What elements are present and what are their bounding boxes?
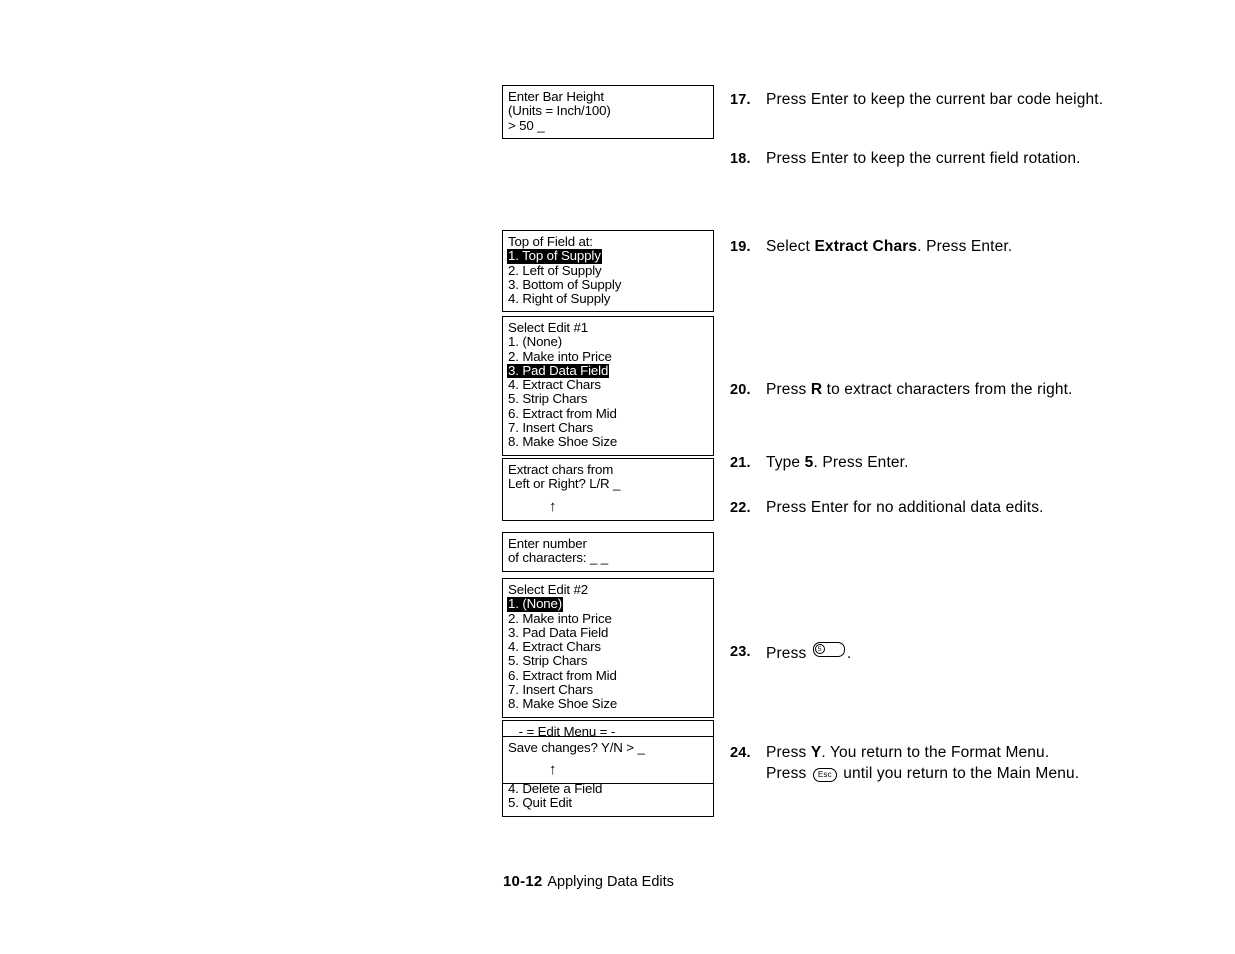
lcd-line: 6. Extract from Mid [508,667,617,683]
lcd-line: 1. (None) [508,334,563,350]
lcd-line: Left or Right? L/R _ [508,476,621,492]
plain-text: . [846,645,852,662]
step-number: 19. [730,239,751,255]
emphasis-text: R [810,381,823,398]
lcd-line: 2. Make into Price [508,348,612,364]
lcd-line: 7. Insert Chars [508,682,593,698]
step-18: 18. Press Enter to keep the current field… [730,149,1190,170]
step-text: Press R to extract characters from the r… [766,380,1190,401]
lcd-line: 4. Extract Chars [508,639,601,655]
lcd-line: Top of Field at: [508,234,593,249]
step-text: Select Extract Chars. Press Enter. [766,237,1190,258]
lcd-screen-enter-number-of-characters: Enter number of characters: _ _ [502,532,714,572]
step-number: 20. [730,382,751,398]
lcd-line: 5. Strip Chars [508,391,588,407]
step-number: 23. [730,644,751,660]
lcd-selected-item: 1. Top of Supply [507,248,602,264]
plain-text: Press Enter to keep the current field ro… [766,150,1081,167]
lcd-line: 4. Delete a Field [508,781,603,797]
function-key-icon: 5 [812,642,845,657]
up-arrow-icon: ↑ [549,761,557,779]
lcd-line: Enter number [508,536,587,551]
plain-text: Select [766,238,815,255]
lcd-screen-top-of-field-at: Top of Field at: 1. Top of Supply 2. Left … [502,230,714,313]
lcd-line: 4. Extract Chars [508,377,601,393]
step-text: Press 5. [766,642,1190,665]
lcd-screen-enter-bar-height: Enter Bar Height (Units = Inch/100) > 50 _ [502,85,714,139]
lcd-line: Save changes? Y/N > _ [508,740,645,755]
lcd-line: Extract chars from [508,462,614,477]
lcd-line: 6. Extract from Mid [508,405,617,421]
step-22: 22. Press Enter for no additional data ed… [730,498,1190,519]
lcd-screen-save-changes: Save changes? Y/N > _ ↑ [502,736,714,785]
function-key-label: 5 [814,643,825,654]
emphasis-text: Extract Chars [814,238,918,255]
plain-text: to extract characters from the right. [822,381,1073,398]
lcd-line: 5. Quit Edit [508,795,572,811]
plain-text: Press Enter for no additional data edits… [766,499,1044,516]
plain-text: . Press Enter. [813,454,909,471]
emphasis-text: Y [810,744,822,761]
lcd-line: 3. Bottom of Supply [508,276,622,292]
footer-section-title: Applying Data Edits [547,874,674,890]
plain-text: Press [766,381,811,398]
plain-text: Press Enter to keep the current bar code… [766,91,1104,108]
lcd-line: 8. Make Shoe Size [508,696,618,712]
lcd-line: > 50 _ [508,117,545,133]
lcd-line: 1. (None) [507,596,708,612]
lcd-line: Enter Bar Height [508,89,604,104]
plain-text: . Press Enter. [917,238,1013,255]
lcd-screen-select-edit-1: Select Edit #1 1. (None) 2. Make into Pric… [502,316,714,456]
lcd-line: (Units = Inch/100) [508,103,611,119]
lcd-line: Select Edit #1 [508,320,588,335]
step-24: 24. Press Y. You return to the Format Men… [730,743,1190,784]
step-21: 21. Type 5. Press Enter. [730,453,1190,474]
step-number: 24. [730,745,751,761]
step-number: 21. [730,455,751,471]
manual-page: Enter Bar Height (Units = Inch/100) > 50 _… [0,0,1235,954]
plain-text: . You return to the Format Menu. [821,744,1050,761]
step-text: Type 5. Press Enter. [766,453,1190,474]
step-text: Press Enter to keep the current field ro… [766,149,1190,170]
lcd-line: of characters: _ _ [508,550,609,566]
step-text: Press Y. You return to the Format Menu. P… [766,743,1190,784]
step-20: 20. Press R to extract characters from th… [730,380,1190,401]
step-number: 22. [730,500,751,516]
lcd-selected-item: 3. Pad Data Field [507,362,610,379]
plain-text: Press [766,764,811,782]
lcd-line: 1. Top of Supply [507,248,708,264]
plain-text: until you return to the Main Menu. [838,764,1080,782]
lcd-line: 3. Pad Data Field [508,624,609,640]
plain-text: Press [766,645,811,662]
lcd-line: Select Edit #2 [508,582,588,597]
step-text: Press Enter for no additional data edits… [766,498,1190,519]
step-23: 23. Press 5. [730,642,1190,665]
lcd-screen-extract-chars-from: Extract chars from Left or Right? L/R _ ↑ [502,458,714,521]
lcd-selected-item: 1. (None) [507,596,564,612]
lcd-line: 4. Right of Supply [508,291,611,307]
lcd-line: 8. Make Shoe Size [508,434,618,450]
step-17: 17. Press Enter to keep the current bar c… [730,90,1190,111]
plain-text: Press [766,744,811,761]
footer-page-number: 10-12 [503,873,543,890]
plain-text: Type [766,454,805,471]
lcd-screen-select-edit-2: Select Edit #2 1. (None) 2. Make into Pric… [502,578,714,718]
lcd-line: 2. Make into Price [508,610,612,626]
page-footer: 10-12 Applying Data Edits [503,872,674,892]
lcd-line: 2. Left of Supply [508,262,602,278]
lcd-line: 7. Insert Chars [508,420,593,436]
lcd-line: 5. Strip Chars [508,653,588,669]
step-19: 19. Select Extract Chars. Press Enter. [730,237,1190,258]
escape-key-icon: Esc [812,767,837,782]
lcd-line: 3. Pad Data Field [507,362,708,379]
step-number: 17. [730,92,751,108]
up-arrow-icon: ↑ [549,497,557,515]
step-text: Press Enter to keep the current bar code… [766,90,1190,111]
step-number: 18. [730,151,751,167]
